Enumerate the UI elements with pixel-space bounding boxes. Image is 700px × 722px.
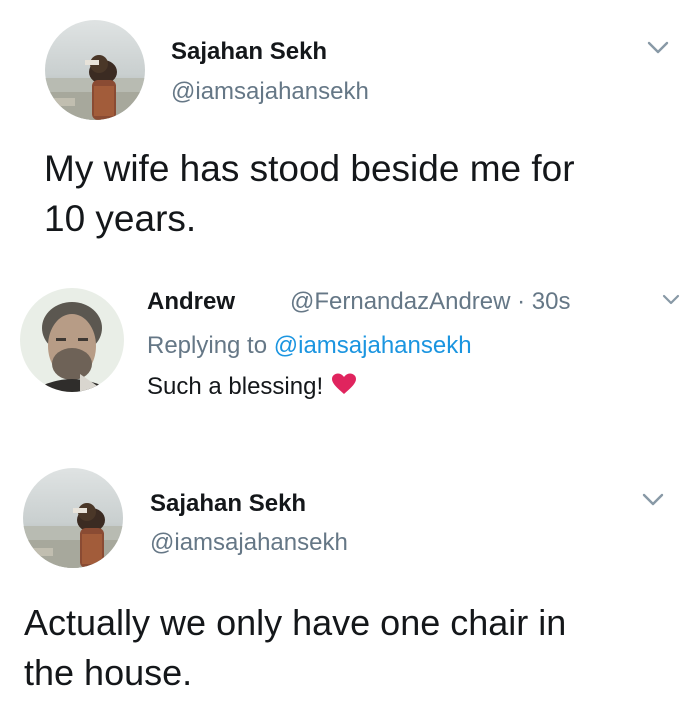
tweet-text-line2: the house. (24, 652, 193, 693)
avatar-sajahan[interactable] (23, 468, 123, 568)
reply-tweet: Andrew @FernandazAndrew · 30s Replying t… (0, 270, 700, 450)
chevron-down-icon[interactable] (647, 41, 669, 55)
tweet-text-line1: Actually we only have one chair in (24, 602, 567, 643)
tweet-response: Sajahan Sekh @iamsajahansekh Actually we… (0, 460, 700, 722)
tweet-original: Sajahan Sekh @iamsajahansekh My wife has… (0, 0, 700, 260)
avatar-andrew[interactable] (20, 288, 124, 392)
chevron-down-icon[interactable] (642, 493, 664, 507)
reply-text: Such a blessing! (147, 373, 357, 402)
heart-icon (331, 373, 357, 402)
replying-to-line: Replying to @iamsajahansekh (147, 332, 472, 360)
author-name[interactable]: Sajahan Sekh (150, 490, 306, 518)
author-handle[interactable]: @iamsajahansekh (150, 529, 348, 557)
avatar-sajahan[interactable] (45, 20, 145, 120)
tweet-text-line2: 10 years. (44, 198, 197, 239)
reply-author-name[interactable]: Andrew (147, 288, 235, 316)
reply-author-handle-time[interactable]: @FernandazAndrew · 30s (290, 288, 571, 316)
replying-prefix: Replying to (147, 332, 268, 359)
chevron-down-icon[interactable] (662, 294, 680, 306)
replying-handle-link[interactable]: @iamsajahansekh (274, 332, 472, 359)
author-handle[interactable]: @iamsajahansekh (171, 78, 369, 106)
author-name[interactable]: Sajahan Sekh (171, 38, 327, 66)
reply-text-content: Such a blessing! (147, 373, 324, 400)
tweet-text-line1: My wife has stood beside me for (44, 148, 575, 189)
